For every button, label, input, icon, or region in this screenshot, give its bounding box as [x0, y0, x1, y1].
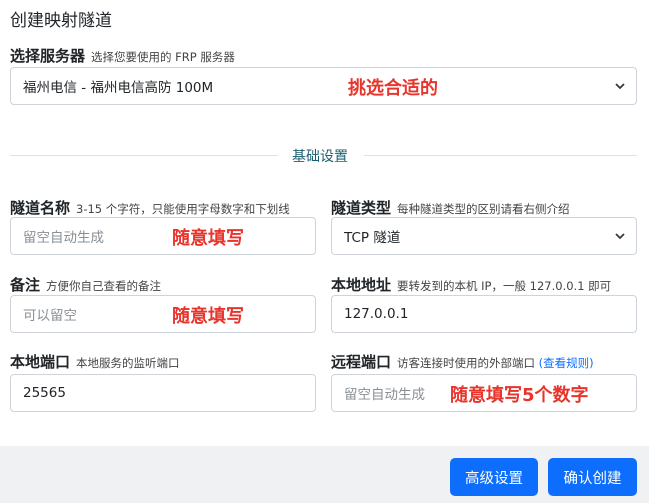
section-divider-right: [364, 155, 637, 156]
tunnel-type-label: 隧道类型: [331, 199, 392, 217]
tunnel-name-label-row: 隧道名称 3-15 个字符，只能使用字母数字和下划线: [10, 197, 290, 218]
remark-placeholder: 可以留空: [23, 308, 77, 324]
server-label-row: 选择服务器 选择您要使用的 FRP 服务器: [10, 45, 235, 66]
server-annotation: 挑选合适的: [348, 78, 438, 99]
local-addr-hint: 要转发到的本机 IP，一般 127.0.0.1 即可: [397, 279, 612, 293]
remote-port-hint: 访客连接时使用的外部端口: [397, 356, 536, 370]
local-port-value: 25565: [23, 385, 66, 401]
local-port-input[interactable]: 25565: [10, 374, 316, 412]
remark-label: 备注: [10, 276, 41, 294]
tunnel-type-label-row: 隧道类型 每种隧道类型的区别请看右侧介绍: [331, 197, 570, 218]
advanced-settings-button[interactable]: 高级设置: [450, 458, 538, 496]
tunnel-name-input[interactable]: 留空自动生成: [10, 217, 316, 255]
server-selected-value: 福州电信 - 福州电信高防 100M: [23, 80, 214, 96]
section-title: 基础设置: [290, 146, 350, 166]
chevron-down-icon: [615, 83, 625, 90]
dialog-title: 创建映射隧道: [10, 11, 112, 31]
local-addr-input[interactable]: 127.0.0.1: [331, 295, 637, 333]
remote-port-placeholder: 留空自动生成: [344, 387, 425, 403]
section-divider-left: [10, 155, 278, 156]
tunnel-name-label: 隧道名称: [10, 199, 71, 217]
confirm-create-button[interactable]: 确认创建: [548, 458, 637, 496]
server-hint: 选择您要使用的 FRP 服务器: [91, 50, 235, 64]
server-select[interactable]: 福州电信 - 福州电信高防 100M: [10, 67, 637, 105]
tunnel-type-hint: 每种隧道类型的区别请看右侧介绍: [397, 202, 570, 216]
local-port-hint: 本地服务的监听端口: [76, 356, 180, 370]
remote-port-label-row: 远程端口 访客连接时使用的外部端口 (查看规则): [331, 351, 594, 372]
tunnel-name-placeholder: 留空自动生成: [23, 230, 104, 246]
remark-input[interactable]: 可以留空: [10, 295, 316, 333]
tunnel-type-select[interactable]: TCP 隧道: [331, 217, 637, 255]
remark-annotation: 随意填写: [172, 306, 244, 327]
remote-port-label: 远程端口: [331, 353, 392, 371]
local-addr-label: 本地地址: [331, 276, 392, 294]
local-addr-value: 127.0.0.1: [344, 306, 409, 322]
local-addr-label-row: 本地地址 要转发到的本机 IP，一般 127.0.0.1 即可: [331, 274, 611, 295]
remote-port-annotation: 随意填写5个数字: [450, 385, 589, 406]
remark-hint: 方便你自己查看的备注: [46, 279, 162, 293]
tunnel-type-selected-value: TCP 隧道: [344, 230, 401, 246]
local-port-label: 本地端口: [10, 353, 71, 371]
remote-port-hint-wrap: 访客连接时使用的外部端口 (查看规则): [397, 356, 594, 370]
tunnel-name-hint: 3-15 个字符，只能使用字母数字和下划线: [76, 202, 290, 216]
local-port-label-row: 本地端口 本地服务的监听端口: [10, 351, 180, 372]
tunnel-name-annotation: 随意填写: [172, 228, 244, 249]
chevron-down-icon: [615, 233, 625, 240]
view-rules-link[interactable]: (查看规则): [539, 356, 594, 370]
server-label: 选择服务器: [10, 47, 86, 65]
remark-label-row: 备注 方便你自己查看的备注: [10, 274, 161, 295]
